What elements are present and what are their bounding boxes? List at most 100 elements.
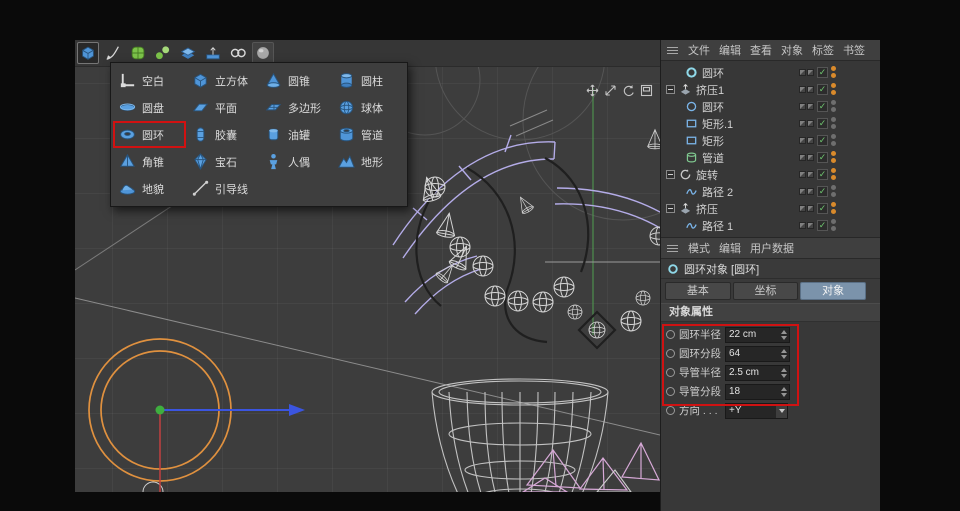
- collapse-expander-icon[interactable]: [666, 170, 675, 179]
- hamburger-menu-icon[interactable]: [666, 243, 679, 254]
- array-generator-tool-button[interactable]: [152, 42, 174, 64]
- menu-mode[interactable]: 模式: [688, 240, 710, 256]
- tree-row-rectangle[interactable]: 矩形: [661, 132, 880, 149]
- menu-item-cone[interactable]: 圆锥: [259, 67, 332, 94]
- tab-coordinates[interactable]: 坐标: [732, 282, 799, 300]
- layer-squares[interactable]: [799, 221, 814, 229]
- tree-row-rectangle-1[interactable]: 矩形.1: [661, 115, 880, 132]
- menu-item-sphere[interactable]: 球体: [332, 94, 405, 121]
- menu-user-data[interactable]: 用户数据: [750, 240, 794, 256]
- enabled-check-icon[interactable]: [817, 151, 828, 163]
- tab-basic[interactable]: 基本: [665, 282, 731, 300]
- enabled-check-icon[interactable]: [817, 117, 828, 129]
- tree-row-extrude1[interactable]: 挤压1: [661, 81, 880, 98]
- stepper-arrows-icon[interactable]: [781, 348, 787, 359]
- menu-item-pyramid[interactable]: 角锥: [113, 148, 186, 175]
- enabled-check-icon[interactable]: [817, 134, 828, 146]
- menu-view[interactable]: 查看: [750, 42, 772, 58]
- enabled-check-icon[interactable]: [817, 219, 828, 231]
- menu-item-torus[interactable]: 圆环: [113, 121, 186, 148]
- layer-squares[interactable]: [799, 119, 814, 127]
- visibility-dots[interactable]: [831, 117, 836, 129]
- visibility-dots[interactable]: [831, 151, 836, 163]
- ring-radius-input[interactable]: 22 cm: [725, 326, 790, 343]
- pan-icon[interactable]: [586, 84, 599, 97]
- layer-squares[interactable]: [799, 170, 814, 178]
- keyframe-circle-icon[interactable]: [666, 349, 675, 358]
- layer-squares[interactable]: [799, 102, 814, 110]
- pipe-radius-input[interactable]: 2.5 cm: [725, 364, 790, 381]
- orientation-dropdown[interactable]: +Y: [725, 402, 788, 419]
- layer-squares[interactable]: [799, 68, 814, 76]
- tree-row-path-2[interactable]: 路径 2: [661, 183, 880, 200]
- tree-row-lathe[interactable]: 旋转: [661, 166, 880, 183]
- menu-item-cube[interactable]: 立方体: [186, 67, 259, 94]
- layer-squares[interactable]: [799, 85, 814, 93]
- menu-tags[interactable]: 标签: [812, 42, 834, 58]
- spline-pen-tool-button[interactable]: [102, 42, 124, 64]
- visibility-dots[interactable]: [831, 83, 836, 95]
- visibility-dots[interactable]: [831, 66, 836, 78]
- null-rings-tool-button[interactable]: [227, 42, 249, 64]
- keyframe-circle-icon[interactable]: [666, 368, 675, 377]
- stepper-arrows-icon[interactable]: [781, 367, 787, 378]
- menu-item-cylinder[interactable]: 圆柱: [332, 67, 405, 94]
- enabled-check-icon[interactable]: [817, 83, 828, 95]
- menu-item-capsule[interactable]: 胶囊: [186, 121, 259, 148]
- pipe-segments-input[interactable]: 18: [725, 383, 790, 400]
- visibility-dots[interactable]: [831, 168, 836, 180]
- tab-object[interactable]: 对象: [800, 282, 867, 300]
- viewport-3d[interactable]: 空白 立方体 圆锥 圆柱 圆盘 平面 多边形 球体 圆环 胶囊 油罐 管道 角锥…: [75, 40, 660, 492]
- menu-item-polygon[interactable]: 多边形: [259, 94, 332, 121]
- maximize-icon[interactable]: [640, 84, 653, 97]
- stepper-arrows-icon[interactable]: [781, 386, 787, 397]
- menu-object[interactable]: 对象: [781, 42, 803, 58]
- menu-edit[interactable]: 编辑: [719, 42, 741, 58]
- menu-item-figure[interactable]: 人偶: [259, 148, 332, 175]
- visibility-dots[interactable]: [831, 134, 836, 146]
- keyframe-circle-icon[interactable]: [666, 387, 675, 396]
- collapse-expander-icon[interactable]: [666, 85, 675, 94]
- collapse-expander-icon[interactable]: [666, 204, 675, 213]
- layer-squares[interactable]: [799, 187, 814, 195]
- layer-squares[interactable]: [799, 153, 814, 161]
- menu-edit[interactable]: 编辑: [719, 240, 741, 256]
- menu-item-gem[interactable]: 宝石: [186, 148, 259, 175]
- enabled-check-icon[interactable]: [817, 202, 828, 214]
- keyframe-circle-icon[interactable]: [666, 330, 675, 339]
- layer-squares[interactable]: [799, 204, 814, 212]
- menu-item-null[interactable]: 空白: [113, 67, 186, 94]
- menu-item-disc[interactable]: 圆盘: [113, 94, 186, 121]
- layer-squares[interactable]: [799, 136, 814, 144]
- enabled-check-icon[interactable]: [817, 100, 828, 112]
- menu-item-terrain[interactable]: 地形: [332, 148, 405, 175]
- tree-row-path-1[interactable]: 路径 1: [661, 217, 880, 234]
- tree-row-torus[interactable]: 圆环: [661, 64, 880, 81]
- tree-row-circle-spline[interactable]: 圆环: [661, 98, 880, 115]
- visibility-dots[interactable]: [831, 100, 836, 112]
- visibility-dots[interactable]: [831, 219, 836, 231]
- zoom-icon[interactable]: [604, 84, 617, 97]
- menu-bookmarks[interactable]: 书签: [843, 42, 865, 58]
- menu-item-oil-tank[interactable]: 油罐: [259, 121, 332, 148]
- enabled-check-icon[interactable]: [817, 168, 828, 180]
- menu-file[interactable]: 文件: [688, 42, 710, 58]
- menu-item-guide-line[interactable]: 引导线: [186, 175, 259, 202]
- hamburger-menu-icon[interactable]: [666, 45, 679, 56]
- tree-row-tube[interactable]: 管道: [661, 149, 880, 166]
- menu-item-plane[interactable]: 平面: [186, 94, 259, 121]
- menu-item-landscape[interactable]: 地貌: [113, 175, 186, 202]
- tree-row-extrude[interactable]: 挤压: [661, 200, 880, 217]
- visibility-dots[interactable]: [831, 202, 836, 214]
- ring-segments-input[interactable]: 64: [725, 345, 790, 362]
- enabled-check-icon[interactable]: [817, 66, 828, 78]
- subdivision-surface-tool-button[interactable]: [127, 42, 149, 64]
- keyframe-circle-icon[interactable]: [666, 406, 675, 415]
- extrude-generator-tool-button[interactable]: [177, 42, 199, 64]
- stepper-arrows-icon[interactable]: [781, 329, 787, 340]
- visibility-dots[interactable]: [831, 185, 836, 197]
- menu-item-tube[interactable]: 管道: [332, 121, 405, 148]
- floor-environment-tool-button[interactable]: [202, 42, 224, 64]
- cube-primitive-tool-button[interactable]: [77, 42, 99, 64]
- material-sphere-tool-button[interactable]: [252, 42, 274, 64]
